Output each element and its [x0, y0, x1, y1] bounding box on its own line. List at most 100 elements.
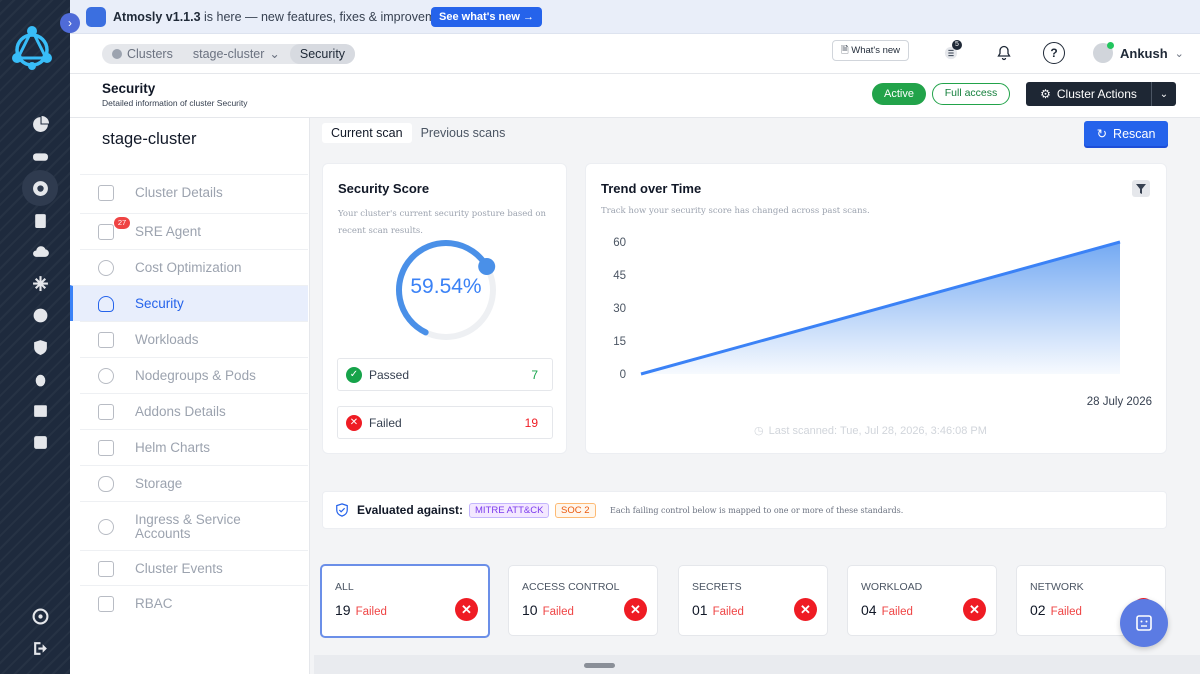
database-icon [98, 475, 114, 492]
sidebar-item-cluster-events[interactable]: Cluster Events [80, 550, 308, 586]
sidebar-toggle-button[interactable]: › [60, 13, 80, 33]
rescan-button[interactable]: ↻ Rescan [1084, 121, 1168, 146]
x-icon: ✕ [794, 598, 817, 621]
lock-shield-icon [98, 295, 114, 312]
bot-icon [1136, 615, 1152, 631]
events-icon [98, 560, 114, 577]
asterisk-icon[interactable] [22, 265, 58, 301]
help-icon[interactable]: ? [1043, 42, 1065, 64]
whats-new-button[interactable]: 🗎 What's new [832, 40, 909, 61]
gear-icon: ⚙ [1040, 87, 1051, 101]
gamepad-icon[interactable] [22, 138, 58, 174]
evaluation-bar: Evaluated against: MITRE ATT&CK SOC 2 Ea… [322, 491, 1167, 529]
sidebar-item-ingress-service-accounts[interactable]: Ingress & Service Accounts [80, 501, 308, 551]
last-scanned: ◷ Last scanned: Tue, Jul 28, 2026, 3:46:0… [754, 424, 987, 438]
id-card-icon [98, 595, 114, 612]
settings-icon[interactable] [22, 598, 58, 634]
tasks-icon[interactable]: 5 [940, 40, 962, 64]
status-badge-access: Full access [932, 83, 1010, 105]
sidebar-item-sre-agent[interactable]: 27 SRE Agent [80, 213, 308, 249]
tab-previous-scans[interactable]: Previous scans [412, 123, 515, 143]
drag-handle[interactable] [584, 663, 615, 668]
cluster-actions-button[interactable]: ⚙ Cluster Actions ⌄ [1026, 82, 1176, 106]
sidebar-item-security[interactable]: Security [70, 285, 308, 321]
page-subtitle: Detailed information of cluster Security [102, 98, 248, 108]
chat-assistant-button[interactable] [1120, 599, 1168, 647]
sidebar-item-helm-charts[interactable]: Helm Charts [80, 429, 308, 465]
user-menu[interactable]: Ankush ⌄ [1093, 42, 1184, 63]
y-tick-label: 60 [613, 237, 626, 249]
server-icon[interactable] [22, 424, 58, 460]
sidebar-item-nodegroups-pods[interactable]: Nodegroups & Pods [80, 357, 308, 393]
trend-chart: 60 45 30 15 0 28 July 2026 [613, 237, 1152, 408]
standard-tag-soc2: SOC 2 [555, 502, 596, 518]
sidebar-item-cluster-details[interactable]: Cluster Details [80, 174, 308, 210]
failed-count: 19 [524, 415, 538, 430]
y-tick-label: 0 [620, 369, 626, 381]
security-score-title: Security Score [338, 181, 430, 196]
helm-icon[interactable] [22, 297, 58, 333]
x-icon: ✕ [455, 598, 478, 621]
results-panel-edge [314, 655, 1200, 674]
nodes-icon [98, 367, 114, 384]
shield-check-icon [336, 503, 348, 517]
top-header: Clusters stage-cluster ⌄ Security 🗎 What'… [70, 34, 1200, 74]
sre-agent-badge: 27 [114, 217, 130, 229]
clock-icon: ◷ [754, 425, 764, 437]
logout-icon[interactable] [22, 630, 58, 666]
category-card-workload[interactable]: WORKLOAD 04 Failed ✕ [847, 565, 997, 636]
cluster-name: stage-cluster [102, 130, 197, 148]
cluster-sidebar: stage-cluster Cluster Details 27 SRE Agen… [70, 118, 310, 674]
sidebar-item-storage[interactable]: Storage [80, 465, 308, 501]
passed-count: 7 [531, 367, 538, 382]
announcement-text: Atmosly v1.1.3 is here — new features, f… [113, 10, 463, 24]
category-card-access-control[interactable]: ACCESS CONTROL 10 Failed ✕ [508, 565, 658, 636]
tab-current-scan[interactable]: Current scan [322, 123, 412, 143]
breadcrumb-clusters[interactable]: Clusters [102, 44, 183, 64]
announcement-bar: Atmosly v1.1.3 is here — new features, f… [70, 0, 1200, 34]
breadcrumb-security: Security [289, 44, 356, 64]
breadcrumb-cluster-select[interactable]: stage-cluster ⌄ [183, 44, 290, 64]
store-icon [98, 439, 114, 456]
trend-card: Trend over Time Track how your security … [585, 163, 1167, 454]
clipboard-icon [98, 184, 114, 201]
security-score-card: Security Score Your cluster's current se… [322, 163, 567, 454]
category-card-secrets[interactable]: SECRETS 01 Failed ✕ [678, 565, 828, 636]
status-badge-active: Active [872, 83, 926, 105]
y-tick-label: 30 [613, 303, 626, 315]
sidebar-item-rbac[interactable]: RBAC [80, 585, 308, 621]
refresh-icon: ↻ [1096, 127, 1108, 141]
page-header: Security Detailed information of cluster… [70, 74, 1200, 118]
standard-tag-mitre: MITRE ATT&CK [469, 502, 550, 518]
cog-icon [98, 259, 114, 276]
category-card-all[interactable]: ALL 19 Failed ✕ [320, 564, 490, 638]
shield-icon[interactable] [22, 329, 58, 365]
chevron-down-icon[interactable]: ⌄ [1152, 89, 1176, 100]
failed-row[interactable]: ✕ Failed 19 [337, 406, 553, 439]
see-whats-new-button[interactable]: See what's new → [431, 7, 542, 27]
cloud-upload-icon[interactable] [22, 233, 58, 269]
sidebar-item-addons-details[interactable]: Addons Details [80, 393, 308, 429]
x-icon: ✕ [346, 414, 362, 431]
sidebar-item-workloads[interactable]: Workloads [80, 321, 308, 357]
chevron-down-icon: ⌄ [1174, 47, 1184, 60]
kubernetes-icon[interactable] [22, 170, 58, 206]
x-icon: ✕ [624, 598, 647, 621]
check-icon: ✓ [346, 366, 362, 383]
rocket-icon [86, 7, 106, 27]
left-rail [0, 0, 70, 674]
passed-row[interactable]: ✓ Passed 7 [337, 358, 553, 391]
y-tick-label: 15 [613, 336, 626, 348]
dashboard-icon[interactable] [22, 106, 58, 142]
evaluation-label: Evaluated against: [357, 503, 464, 517]
package-icon[interactable] [22, 392, 58, 428]
bell-icon[interactable] [993, 42, 1015, 64]
cluster-icon [112, 49, 122, 59]
chevron-down-icon: ⌄ [269, 47, 280, 61]
sidebar-item-cost-optimization[interactable]: Cost Optimization [80, 249, 308, 285]
agent-icon [98, 223, 114, 240]
grid-icon [98, 331, 114, 348]
gauge-handle [478, 258, 496, 275]
globe-icon [98, 518, 114, 535]
atmosly-logo[interactable] [10, 24, 54, 72]
